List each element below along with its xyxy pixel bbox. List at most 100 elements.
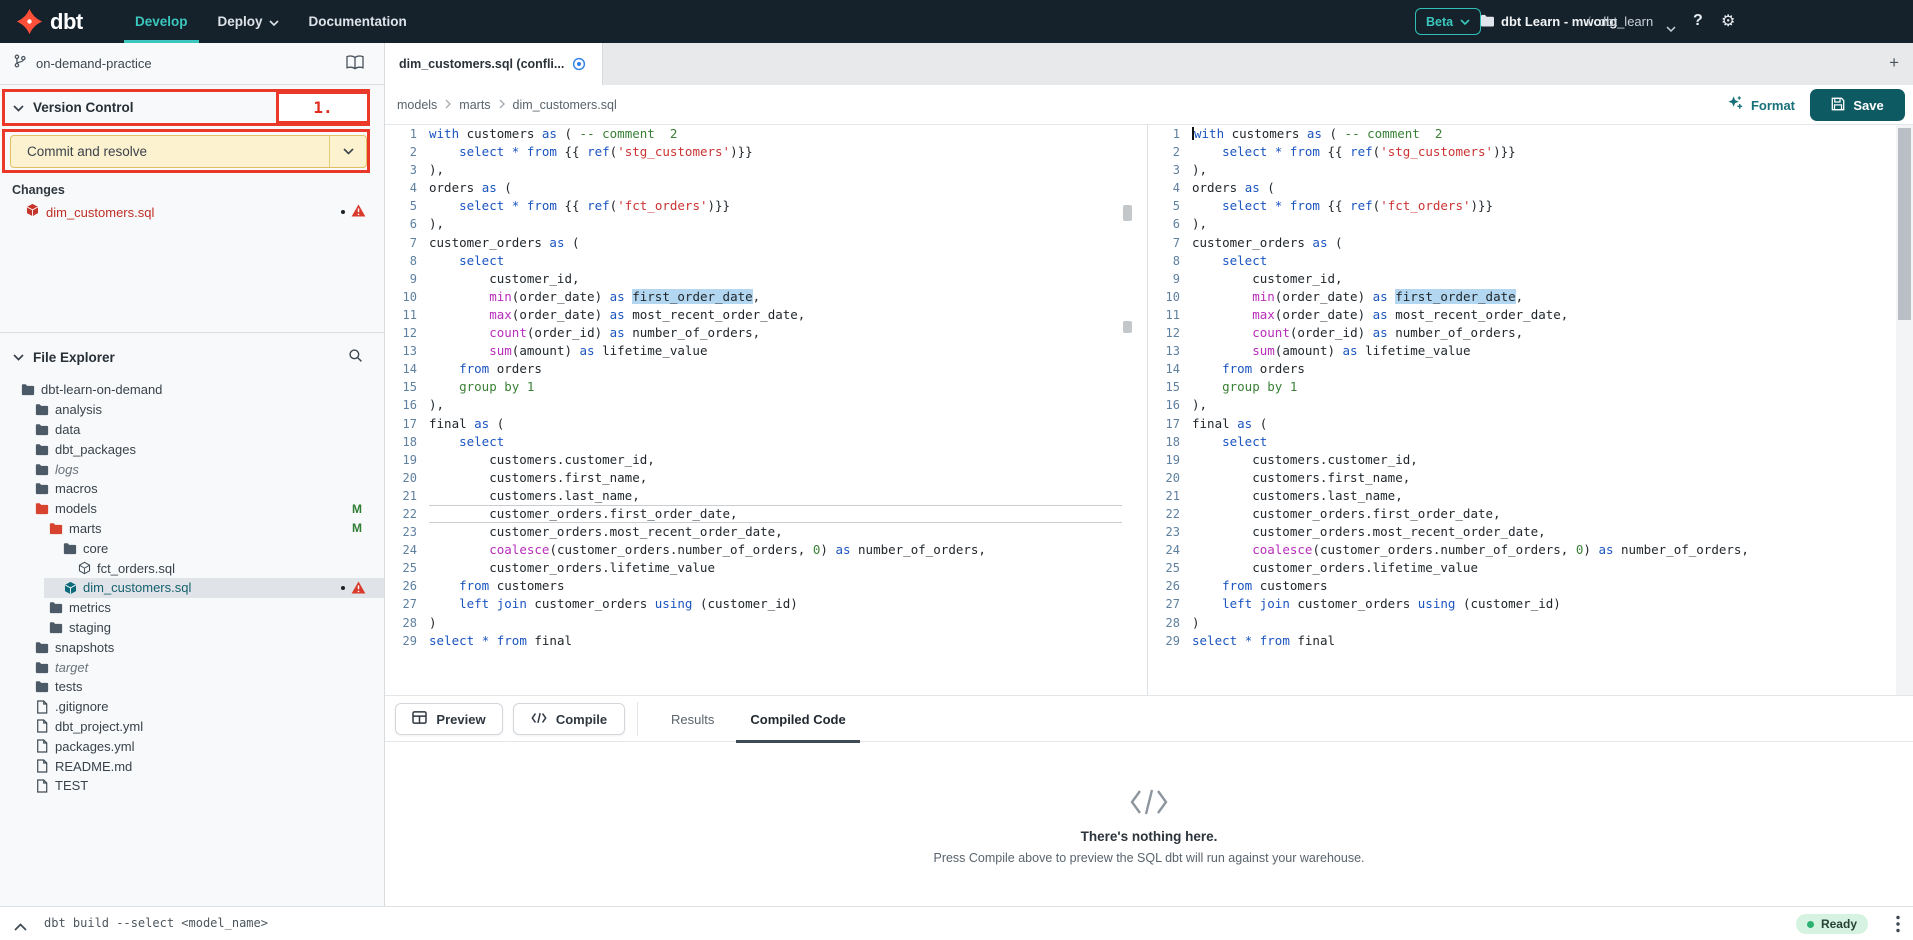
code-line-17[interactable]: 17final as ( bbox=[1148, 415, 1881, 433]
code-line-1[interactable]: 1with customers as ( -- comment 2 bbox=[385, 125, 1122, 143]
file-tree-item-dbt-learn-on-demand[interactable]: dbt-learn-on-demand bbox=[0, 380, 384, 400]
code-line-27[interactable]: 27 left join customer_orders using (cust… bbox=[385, 595, 1122, 613]
code-line-18[interactable]: 18 select bbox=[1148, 433, 1881, 451]
preview-button[interactable]: Preview bbox=[395, 703, 503, 735]
code-line-19[interactable]: 19 customers.customer_id, bbox=[385, 451, 1122, 469]
code-line-24[interactable]: 24 coalesce(customer_orders.number_of_or… bbox=[385, 541, 1122, 559]
settings-icon[interactable]: ⚙ bbox=[1721, 11, 1735, 31]
chevron-up-icon[interactable] bbox=[14, 918, 27, 936]
file-tree-item-data[interactable]: data bbox=[0, 420, 384, 440]
file-tree-item-staging[interactable]: staging bbox=[0, 618, 384, 638]
scrollbar-thumb[interactable] bbox=[1898, 128, 1911, 320]
code-line-28[interactable]: 28) bbox=[385, 614, 1122, 632]
tab-compiled-code[interactable]: Compiled Code bbox=[732, 696, 863, 742]
code-line-2[interactable]: 2 select * from {{ ref('stg_customers')}… bbox=[1148, 143, 1881, 161]
file-tree-item-models[interactable]: modelsM bbox=[0, 499, 384, 519]
format-button[interactable]: Format bbox=[1727, 85, 1795, 125]
compile-button[interactable]: Compile bbox=[513, 703, 625, 735]
right-pane-scrollbar[interactable] bbox=[1896, 125, 1913, 695]
code-line-7[interactable]: 7customer_orders as ( bbox=[1148, 234, 1881, 252]
file-tree-item-dbt_packages[interactable]: dbt_packages bbox=[0, 439, 384, 459]
code-line-24[interactable]: 24 coalesce(customer_orders.number_of_or… bbox=[1148, 541, 1881, 559]
code-line-12[interactable]: 12 count(order_id) as number_of_orders, bbox=[1148, 324, 1881, 342]
code-line-5[interactable]: 5 select * from {{ ref('fct_orders')}} bbox=[1148, 197, 1881, 215]
file-tree-item-fct_orders.sql[interactable]: fct_orders.sql bbox=[0, 558, 384, 578]
code-line-9[interactable]: 9 customer_id, bbox=[1148, 270, 1881, 288]
code-line-17[interactable]: 17final as ( bbox=[385, 415, 1122, 433]
code-line-4[interactable]: 4orders as ( bbox=[385, 179, 1122, 197]
code-line-10[interactable]: 10 min(order_date) as first_order_date, bbox=[385, 288, 1122, 306]
code-line-11[interactable]: 11 max(order_date) as most_recent_order_… bbox=[1148, 306, 1881, 324]
docs-book-icon[interactable] bbox=[346, 55, 364, 75]
code-line-7[interactable]: 7customer_orders as ( bbox=[385, 234, 1122, 252]
code-line-9[interactable]: 9 customer_id, bbox=[385, 270, 1122, 288]
code-line-11[interactable]: 11 max(order_date) as most_recent_order_… bbox=[385, 306, 1122, 324]
file-tree-item-target[interactable]: target bbox=[0, 657, 384, 677]
code-line-23[interactable]: 23 customer_orders.most_recent_order_dat… bbox=[1148, 523, 1881, 541]
code-line-18[interactable]: 18 select bbox=[385, 433, 1122, 451]
left-pane-scrollbar[interactable] bbox=[1121, 125, 1134, 695]
code-line-29[interactable]: 29select * from final bbox=[385, 632, 1122, 650]
editor-pane-right[interactable]: 1with customers as ( -- comment 22 selec… bbox=[1147, 125, 1881, 695]
code-line-3[interactable]: 3), bbox=[1148, 161, 1881, 179]
nav-item-develop[interactable]: Develop bbox=[120, 0, 203, 43]
code-line-29[interactable]: 29select * from final bbox=[1148, 632, 1881, 650]
code-line-8[interactable]: 8 select bbox=[1148, 252, 1881, 270]
scrollbar-thumb[interactable] bbox=[1123, 321, 1132, 333]
code-line-19[interactable]: 19 customers.customer_id, bbox=[1148, 451, 1881, 469]
file-tree-item-TEST[interactable]: TEST bbox=[0, 776, 384, 796]
dbt-logo[interactable]: dbt bbox=[16, 0, 83, 43]
help-icon[interactable]: ? bbox=[1693, 12, 1703, 30]
code-line-1[interactable]: 1with customers as ( -- comment 2 bbox=[1148, 125, 1881, 143]
command-input[interactable]: dbt build --select <model_name> bbox=[44, 916, 268, 930]
tab-results[interactable]: Results bbox=[653, 696, 732, 742]
breadcrumb-segment-marts[interactable]: marts bbox=[459, 98, 490, 112]
file-tree-item-dim_customers.sql[interactable]: dim_customers.sql bbox=[0, 578, 384, 598]
file-tree-item-core[interactable]: core bbox=[0, 538, 384, 558]
code-line-12[interactable]: 12 count(order_id) as number_of_orders, bbox=[385, 324, 1122, 342]
branch-selector[interactable]: on-demand-practice bbox=[0, 43, 384, 85]
code-line-22[interactable]: 22 customer_orders.first_order_date, bbox=[385, 505, 1122, 523]
code-line-22[interactable]: 22 customer_orders.first_order_date, bbox=[1148, 505, 1881, 523]
file-explorer-section-header[interactable]: File Explorer bbox=[0, 340, 384, 374]
code-line-23[interactable]: 23 customer_orders.most_recent_order_dat… bbox=[385, 523, 1122, 541]
code-line-8[interactable]: 8 select bbox=[385, 252, 1122, 270]
code-line-14[interactable]: 14 from orders bbox=[385, 360, 1122, 378]
code-line-15[interactable]: 15 group by 1 bbox=[385, 378, 1122, 396]
beta-dropdown[interactable]: Beta bbox=[1415, 8, 1481, 35]
code-line-25[interactable]: 25 customer_orders.lifetime_value bbox=[385, 559, 1122, 577]
code-line-6[interactable]: 6), bbox=[385, 215, 1122, 233]
changed-file-dim_customers.sql[interactable]: dim_customers.sql bbox=[0, 201, 384, 223]
code-line-28[interactable]: 28) bbox=[1148, 614, 1881, 632]
commit-options-dropdown[interactable] bbox=[329, 136, 366, 167]
file-tree-item-README.md[interactable]: README.md bbox=[0, 756, 384, 776]
code-line-6[interactable]: 6), bbox=[1148, 215, 1881, 233]
new-tab-button[interactable]: + bbox=[1889, 53, 1899, 73]
file-tree-item-packages.yml[interactable]: packages.yml bbox=[0, 736, 384, 756]
file-tree-item-logs[interactable]: logs bbox=[0, 459, 384, 479]
code-line-21[interactable]: 21 customers.last_name, bbox=[385, 487, 1122, 505]
code-line-2[interactable]: 2 select * from {{ ref('stg_customers')}… bbox=[385, 143, 1122, 161]
code-line-3[interactable]: 3), bbox=[385, 161, 1122, 179]
code-line-13[interactable]: 13 sum(amount) as lifetime_value bbox=[1148, 342, 1881, 360]
code-line-16[interactable]: 16), bbox=[385, 396, 1122, 414]
code-line-20[interactable]: 20 customers.first_name, bbox=[1148, 469, 1881, 487]
file-tree-item-dbt_project.yml[interactable]: dbt_project.yml bbox=[0, 717, 384, 737]
commit-and-resolve-button[interactable]: Commit and resolve bbox=[10, 135, 367, 168]
code-line-14[interactable]: 14 from orders bbox=[1148, 360, 1881, 378]
code-line-27[interactable]: 27 left join customer_orders using (cust… bbox=[1148, 595, 1881, 613]
file-tree-item-macros[interactable]: macros bbox=[0, 479, 384, 499]
project-name[interactable]: dbt_learn bbox=[1599, 14, 1653, 29]
editor-pane-left[interactable]: 1with customers as ( -- comment 22 selec… bbox=[385, 125, 1122, 695]
breadcrumb-segment-models[interactable]: models bbox=[397, 98, 437, 112]
nav-item-documentation[interactable]: Documentation bbox=[294, 0, 422, 43]
chevron-down-icon[interactable] bbox=[1666, 19, 1676, 37]
code-line-16[interactable]: 16), bbox=[1148, 396, 1881, 414]
code-line-15[interactable]: 15 group by 1 bbox=[1148, 378, 1881, 396]
code-line-26[interactable]: 26 from customers bbox=[1148, 577, 1881, 595]
code-line-20[interactable]: 20 customers.first_name, bbox=[385, 469, 1122, 487]
file-tree-item-.gitignore[interactable]: .gitignore bbox=[0, 697, 384, 717]
file-tree-item-analysis[interactable]: analysis bbox=[0, 400, 384, 420]
breadcrumb-segment-dim_customers.sql[interactable]: dim_customers.sql bbox=[513, 98, 617, 112]
file-tree-item-snapshots[interactable]: snapshots bbox=[0, 637, 384, 657]
